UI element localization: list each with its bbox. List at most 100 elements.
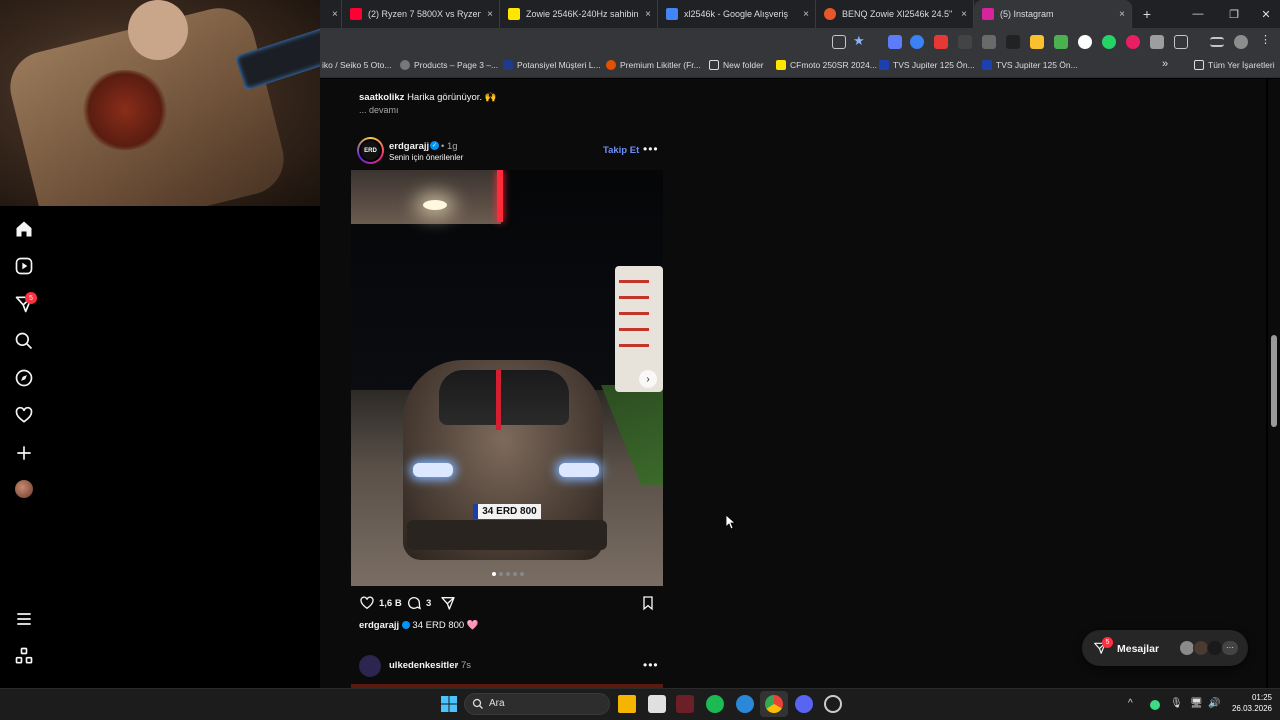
whatsapp-icon[interactable] bbox=[1102, 35, 1116, 49]
file-explorer-icon[interactable] bbox=[618, 695, 636, 713]
extension-icon[interactable] bbox=[1054, 35, 1068, 49]
like-button[interactable]: 1,6 B bbox=[359, 595, 402, 611]
volume-icon[interactable]: 🔊 bbox=[1208, 698, 1220, 709]
carousel-next-icon[interactable]: › bbox=[639, 370, 657, 388]
bookmarks-overflow-button[interactable]: » bbox=[1162, 58, 1168, 70]
post-avatar[interactable]: ERD bbox=[359, 139, 382, 162]
explore-icon[interactable] bbox=[14, 368, 34, 388]
puzzle-icon[interactable] bbox=[1174, 35, 1188, 49]
threads-icon[interactable] bbox=[14, 646, 34, 666]
all-bookmarks-button[interactable]: Tüm Yer İşaretleri bbox=[1194, 60, 1275, 70]
post-options-icon[interactable]: ••• bbox=[643, 142, 659, 156]
bookmark-item[interactable]: TVS Jupiter 125 Ön... bbox=[982, 60, 1078, 70]
tab-benq[interactable]: BENQ Zowie Xl2546k 24.5" Fhd × bbox=[816, 0, 974, 28]
heart-icon[interactable] bbox=[14, 405, 34, 425]
taskbar bbox=[0, 688, 1280, 720]
network-icon[interactable]: 🖥 bbox=[1190, 698, 1203, 709]
spotify-icon[interactable] bbox=[706, 695, 724, 713]
messages-label: Mesajlar bbox=[1117, 643, 1160, 655]
tab-partial[interactable]: × bbox=[320, 0, 342, 28]
carousel-indicator bbox=[492, 572, 524, 576]
shield-icon[interactable] bbox=[1150, 35, 1164, 49]
tray-chevron-icon[interactable]: ^ bbox=[1128, 698, 1133, 709]
post-image[interactable]: 34 ERD 800 › bbox=[351, 170, 663, 586]
app-icon[interactable] bbox=[824, 695, 842, 713]
extension-icon[interactable] bbox=[910, 35, 924, 49]
install-icon[interactable] bbox=[832, 35, 846, 49]
avatar bbox=[1207, 640, 1223, 656]
close-icon[interactable]: × bbox=[1119, 9, 1125, 20]
bookmark-icon bbox=[643, 596, 653, 611]
menu-icon[interactable] bbox=[14, 609, 34, 629]
discord-icon[interactable] bbox=[795, 695, 813, 713]
taskbar-search[interactable] bbox=[464, 693, 610, 715]
bookmark-item[interactable]: Potansiyel Müşteri L... bbox=[503, 60, 601, 70]
bookmark-item[interactable]: TVS Jupiter 125 Ön... bbox=[879, 60, 975, 70]
microphone-icon[interactable]: 🎙 bbox=[1170, 698, 1183, 709]
chrome-icon[interactable] bbox=[765, 695, 783, 713]
scrollbar-thumb[interactable] bbox=[1271, 335, 1277, 427]
clock[interactable]: 01:25 26.03.2026 bbox=[1228, 692, 1272, 714]
google-icon bbox=[666, 8, 678, 20]
post-username[interactable]: ulkedenkesitler bbox=[389, 660, 458, 671]
share-button[interactable] bbox=[440, 595, 460, 611]
post-age: • 1g bbox=[441, 141, 458, 152]
minimize-icon[interactable]: — bbox=[1180, 0, 1216, 28]
license-plate: 34 ERD 800 bbox=[473, 504, 541, 519]
home-icon[interactable] bbox=[14, 219, 34, 239]
tab-title: xl2546k - Google Alışveriş bbox=[684, 9, 789, 19]
extension-icon[interactable] bbox=[1006, 35, 1020, 49]
tab-title: Zowie 2546K-240Hz sahibinden bbox=[526, 9, 639, 19]
bookmark-item[interactable]: Premium Likitler (Fr... bbox=[606, 60, 701, 70]
bookmark-item[interactable]: CFmoto 250SR 2024... bbox=[776, 60, 877, 70]
close-icon[interactable]: × bbox=[645, 9, 651, 20]
more-link[interactable]: ... devamı bbox=[359, 105, 399, 115]
store-icon[interactable] bbox=[648, 695, 666, 713]
new-tab-button[interactable]: + bbox=[1132, 6, 1162, 22]
tab-instagram[interactable]: (5) Instagram × bbox=[974, 0, 1132, 28]
post-options-icon[interactable]: ••• bbox=[643, 658, 659, 672]
extension-icon[interactable] bbox=[1078, 35, 1092, 49]
search-icon[interactable] bbox=[14, 331, 34, 351]
adblock-icon[interactable] bbox=[934, 35, 948, 49]
edge-icon[interactable] bbox=[736, 695, 754, 713]
extension-icon[interactable] bbox=[1126, 35, 1140, 49]
profile-avatar[interactable] bbox=[1234, 35, 1248, 49]
post-avatar[interactable] bbox=[359, 655, 381, 677]
tab-youtube[interactable]: (2) Ryzen 7 5800X vs Ryzen 7 5 × bbox=[342, 0, 500, 28]
follow-button[interactable]: Takip Et bbox=[603, 145, 639, 156]
close-icon[interactable]: × bbox=[803, 9, 809, 20]
comment-user[interactable]: saatkolikz bbox=[359, 92, 404, 103]
status-icon[interactable] bbox=[1150, 700, 1160, 710]
start-icon[interactable] bbox=[440, 695, 458, 713]
caption-user[interactable]: erdgarajj bbox=[359, 620, 399, 631]
extension-icon[interactable] bbox=[958, 35, 972, 49]
restore-icon[interactable]: ❐ bbox=[1216, 0, 1252, 28]
extension-icon[interactable] bbox=[982, 35, 996, 49]
previous-comment: saatkolikz Harika görünüyor. 🙌 bbox=[359, 92, 497, 103]
tab-google-shopping[interactable]: xl2546k - Google Alışveriş × bbox=[658, 0, 816, 28]
reels-icon[interactable] bbox=[14, 256, 34, 276]
post-username[interactable]: erdgarajj bbox=[389, 141, 429, 152]
extension-icon[interactable] bbox=[888, 35, 902, 49]
create-icon[interactable] bbox=[14, 443, 34, 463]
bookmark-folder[interactable]: New folder bbox=[709, 60, 764, 70]
bookmark-item[interactable]: Products – Page 3 –... bbox=[400, 60, 498, 70]
comment-button[interactable]: 3 bbox=[406, 595, 431, 611]
more-avatars: ··· bbox=[1222, 641, 1238, 655]
profile-avatar[interactable] bbox=[15, 480, 33, 498]
extension-icon[interactable] bbox=[1030, 35, 1044, 49]
close-icon[interactable]: × bbox=[961, 9, 967, 20]
media-icon[interactable] bbox=[1210, 37, 1224, 47]
close-icon[interactable]: × bbox=[487, 9, 493, 20]
red-light-strip bbox=[497, 170, 503, 222]
star-icon[interactable]: ★ bbox=[853, 33, 867, 48]
save-button[interactable] bbox=[640, 595, 660, 611]
close-window-icon[interactable]: ✕ bbox=[1248, 0, 1280, 28]
app-icon[interactable] bbox=[676, 695, 694, 713]
tab-sahibinden[interactable]: Zowie 2546K-240Hz sahibinden × bbox=[500, 0, 658, 28]
close-icon[interactable]: × bbox=[332, 9, 338, 20]
kebab-menu-icon[interactable]: ⋮ bbox=[1260, 33, 1274, 47]
bookmark-item[interactable]: iko / Seiko 5 Oto... bbox=[322, 60, 391, 70]
search-icon bbox=[472, 697, 484, 709]
